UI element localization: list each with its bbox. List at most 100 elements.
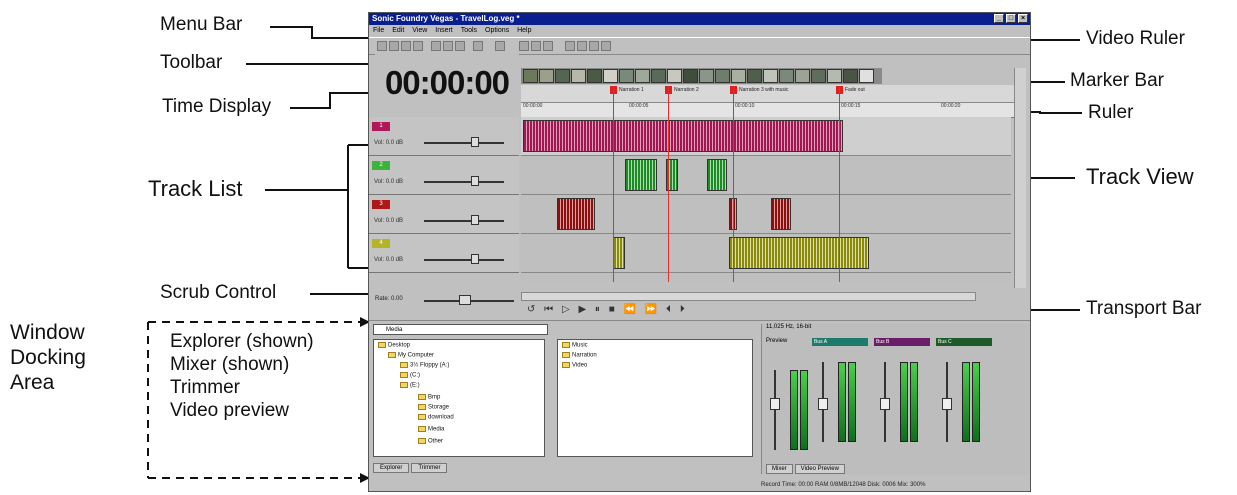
- scrub-control[interactable]: [459, 295, 471, 305]
- video-thumbnail: [843, 69, 858, 83]
- bus-fader[interactable]: [880, 398, 890, 410]
- tree-item[interactable]: download: [418, 414, 454, 421]
- normal-edit-tool-icon[interactable]: [565, 41, 575, 51]
- play-selection-icon[interactable]: ▶: [578, 304, 586, 315]
- menu-view[interactable]: View: [412, 27, 427, 34]
- undo-icon[interactable]: [473, 41, 483, 51]
- video-thumbnail: [763, 69, 778, 83]
- bus-fader[interactable]: [818, 398, 828, 410]
- tree-item[interactable]: Bmp: [418, 394, 440, 401]
- explorer-location-field[interactable]: Media: [373, 324, 548, 335]
- video-thumbnail: [523, 69, 538, 83]
- file-item[interactable]: Video: [562, 362, 587, 369]
- explorer-tree[interactable]: Desktop My Computer 3½ Floppy (A:) (C:) …: [373, 339, 545, 457]
- marker-bar[interactable]: Narration 1 Narration 2 Narration 3 with…: [521, 85, 1018, 103]
- menu-options[interactable]: Options: [485, 27, 509, 34]
- menu-edit[interactable]: Edit: [392, 27, 404, 34]
- tab-mixer[interactable]: Mixer: [766, 464, 793, 474]
- tab-explorer[interactable]: Explorer: [373, 463, 410, 473]
- menu-help[interactable]: Help: [517, 27, 531, 34]
- dock-callout-line-1: Window: [10, 321, 85, 344]
- tree-item[interactable]: Desktop: [378, 342, 410, 349]
- snap-icon[interactable]: [519, 41, 529, 51]
- play-from-start-icon[interactable]: ⏮: [544, 304, 553, 315]
- tree-item-label: Desktop: [388, 342, 411, 349]
- new-icon[interactable]: [377, 41, 387, 51]
- audio-clip[interactable]: [771, 198, 791, 230]
- redo-icon[interactable]: [495, 41, 505, 51]
- close-button[interactable]: ×: [1018, 14, 1028, 23]
- bus-meter: [910, 362, 918, 442]
- audio-clip[interactable]: [557, 198, 595, 230]
- properties-icon[interactable]: [413, 41, 423, 51]
- video-thumbnail: [859, 69, 874, 83]
- file-item[interactable]: Narration: [562, 352, 597, 359]
- track-header[interactable]: 3 Vol: 0.0 dB: [369, 195, 519, 234]
- preview-fader[interactable]: [770, 398, 780, 410]
- zoom-tool-icon[interactable]: [589, 41, 599, 51]
- track-header[interactable]: 2 Vol: 0.0 dB: [369, 156, 519, 195]
- maximize-button[interactable]: □: [1006, 14, 1016, 23]
- marker-label: Narration 3 with music: [739, 87, 789, 93]
- docking-item: Trimmer: [170, 377, 240, 398]
- paste-icon[interactable]: [455, 41, 465, 51]
- track-volume-knob[interactable]: [471, 215, 479, 225]
- open-icon[interactable]: [389, 41, 399, 51]
- bus-fader[interactable]: [942, 398, 952, 410]
- tree-item[interactable]: (E:): [400, 382, 420, 389]
- horizontal-scrollbar[interactable]: [521, 292, 976, 301]
- copy-icon[interactable]: [443, 41, 453, 51]
- file-item[interactable]: Music: [562, 342, 588, 349]
- tab-trimmer[interactable]: Trimmer: [411, 463, 448, 473]
- time-display-callout: Time Display: [162, 96, 272, 117]
- previous-frame-icon[interactable]: ⏴: [666, 304, 671, 315]
- menu-file[interactable]: File: [373, 27, 384, 34]
- cut-icon[interactable]: [431, 41, 441, 51]
- file-item-label: Video: [572, 362, 588, 369]
- save-icon[interactable]: [401, 41, 411, 51]
- track-volume-knob[interactable]: [471, 254, 479, 264]
- audio-clip[interactable]: [707, 159, 727, 191]
- tree-item[interactable]: Other: [418, 438, 443, 445]
- menu-bar-line: [270, 26, 375, 39]
- audio-clip[interactable]: [523, 120, 843, 152]
- tree-item[interactable]: Storage: [418, 404, 449, 411]
- tree-item[interactable]: Media: [418, 426, 444, 433]
- video-thumbnail: [603, 69, 618, 83]
- track-volume-knob[interactable]: [471, 137, 479, 147]
- track-header[interactable]: 1 Vol: 0.0 dB: [369, 117, 519, 156]
- video-ruler[interactable]: [521, 68, 882, 84]
- stop-icon[interactable]: ■: [609, 304, 615, 315]
- go-to-end-icon[interactable]: ⏩: [645, 304, 657, 315]
- play-icon[interactable]: ▷: [562, 304, 570, 315]
- timeline-ruler[interactable]: 00:00:00 00:00:05 00:00:10 00:00:15 00:0…: [521, 103, 1018, 118]
- docking-item: Video preview: [170, 400, 290, 421]
- vertical-scrollbar[interactable]: [1014, 68, 1026, 288]
- audio-clip[interactable]: [625, 159, 657, 191]
- tab-video-preview[interactable]: Video Preview: [794, 464, 845, 474]
- tree-item[interactable]: 3½ Floppy (A:): [400, 362, 449, 369]
- explorer-file-list[interactable]: Music Narration Video: [557, 339, 753, 457]
- envelope-tool-icon[interactable]: [577, 41, 587, 51]
- marker-line: [613, 87, 614, 282]
- menu-tools[interactable]: Tools: [461, 27, 477, 34]
- tree-item[interactable]: (C:): [400, 372, 420, 379]
- autocrossfade-icon[interactable]: [531, 41, 541, 51]
- audio-clip[interactable]: [613, 237, 625, 269]
- go-to-start-icon[interactable]: ⏪: [624, 304, 636, 315]
- menu-insert[interactable]: Insert: [435, 27, 453, 34]
- window-docking-area-callout: Window Docking Area: [10, 320, 86, 395]
- docking-item: Mixer (shown): [170, 354, 290, 375]
- loop-playback-icon[interactable]: ↺: [527, 304, 535, 315]
- zoom-out-icon[interactable]: [601, 41, 611, 51]
- folder-icon: [418, 426, 426, 432]
- lock-envelopes-icon[interactable]: [543, 41, 553, 51]
- audio-clip[interactable]: [729, 237, 869, 269]
- track-header[interactable]: 4 Vol: 0.0 dB: [369, 234, 519, 273]
- next-frame-icon[interactable]: ⏵: [680, 304, 685, 315]
- track-volume-knob[interactable]: [471, 176, 479, 186]
- tree-item[interactable]: My Computer: [388, 352, 434, 359]
- pause-icon[interactable]: ⏸: [595, 304, 600, 315]
- track-view[interactable]: [521, 117, 1011, 282]
- minimize-button[interactable]: _: [994, 14, 1004, 23]
